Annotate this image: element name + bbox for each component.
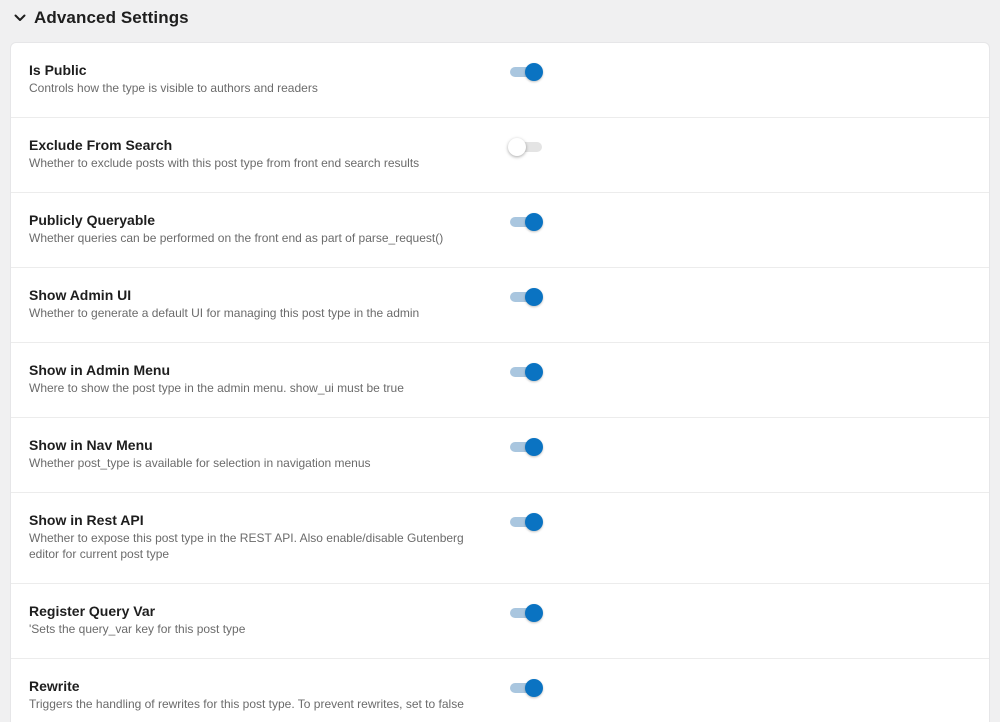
publicly-queryable-toggle[interactable] <box>508 211 544 231</box>
setting-description: Whether to generate a default UI for man… <box>29 306 420 320</box>
setting-description: Triggers the handling of rewrites for th… <box>29 697 464 711</box>
chevron-down-icon[interactable] <box>13 11 27 25</box>
setting-description: Controls how the type is visible to auth… <box>29 81 318 95</box>
register-query-var-toggle[interactable] <box>508 602 544 622</box>
panel-title: Advanced Settings <box>34 8 189 27</box>
show-in-rest-api-toggle[interactable] <box>508 511 544 531</box>
setting-row-show-admin-ui: Show Admin UI Whether to generate a defa… <box>11 268 989 343</box>
setting-row-exclude-from-search: Exclude From Search Whether to exclude p… <box>11 118 989 193</box>
setting-description: Whether queries can be performed on the … <box>29 231 444 245</box>
setting-row-publicly-queryable: Publicly Queryable Whether queries can b… <box>11 193 989 268</box>
setting-description: Whether to exclude posts with this post … <box>29 156 420 170</box>
settings-card: Is Public Controls how the type is visib… <box>11 43 989 722</box>
setting-description: Whether to expose this post type in the … <box>29 531 464 561</box>
setting-row-rewrite: Rewrite Triggers the handling of rewrite… <box>11 659 989 722</box>
exclude-from-search-toggle[interactable] <box>508 136 544 156</box>
show-in-nav-menu-toggle[interactable] <box>508 436 544 456</box>
setting-row-show-in-admin-menu: Show in Admin Menu Where to show the pos… <box>11 343 989 418</box>
is-public-toggle[interactable] <box>508 61 544 81</box>
setting-row-show-in-nav-menu: Show in Nav Menu Whether post_type is av… <box>11 418 989 493</box>
show-in-admin-menu-toggle[interactable] <box>508 361 544 381</box>
advanced-settings-header[interactable]: Advanced Settings <box>0 0 1000 36</box>
rewrite-toggle[interactable] <box>508 677 544 697</box>
setting-description: Where to show the post type in the admin… <box>29 381 404 395</box>
setting-row-register-query-var: Register Query Var 'Sets the query_var k… <box>11 584 989 659</box>
show-admin-ui-toggle[interactable] <box>508 286 544 306</box>
setting-row-show-in-rest-api: Show in Rest API Whether to expose this … <box>11 493 989 584</box>
setting-description: 'Sets the query_var key for this post ty… <box>29 622 246 636</box>
setting-description: Whether post_type is available for selec… <box>29 456 371 470</box>
setting-row-is-public: Is Public Controls how the type is visib… <box>11 43 989 118</box>
